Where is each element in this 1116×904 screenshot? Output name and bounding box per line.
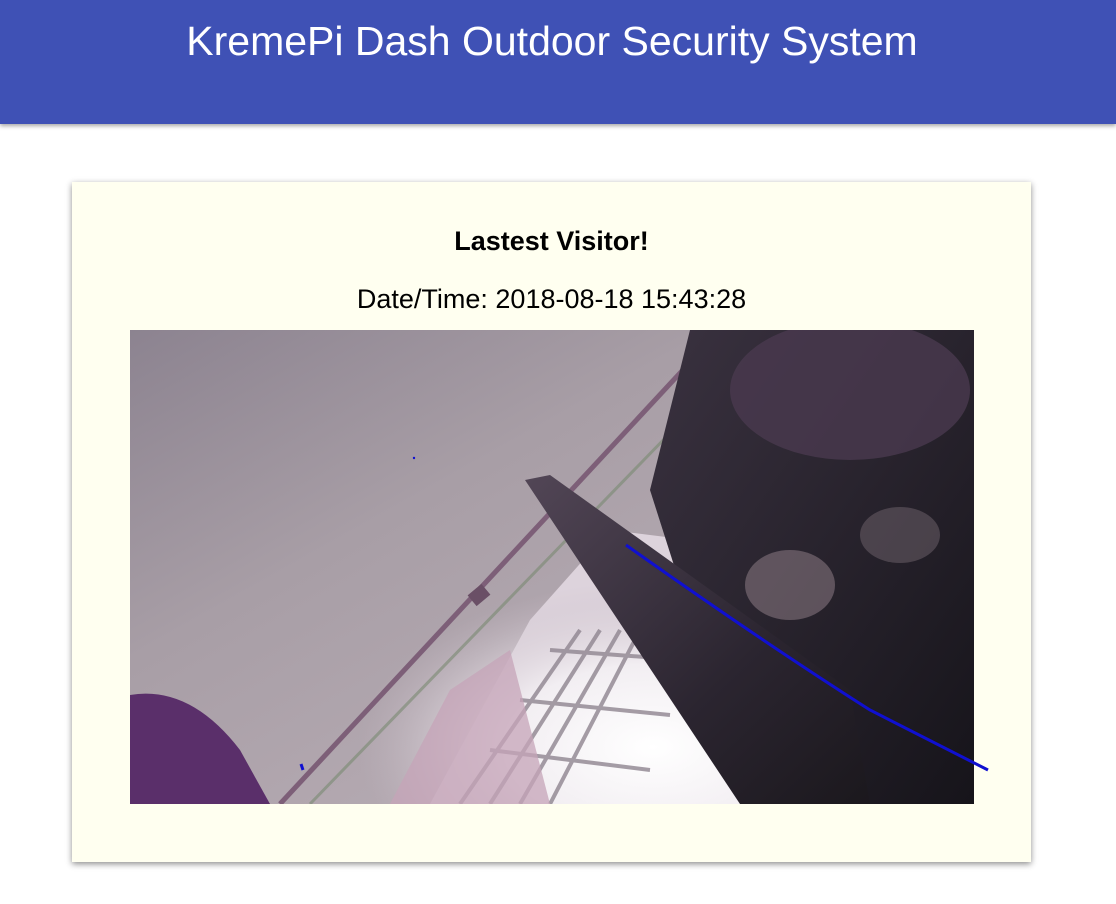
latest-visitor-card: Lastest Visitor! Date/Time: 2018-08-18 1… [72, 182, 1031, 862]
app-header: KremePi Dash Outdoor Security System [0, 0, 1116, 124]
app-title: KremePi Dash Outdoor Security System [186, 18, 918, 64]
visitor-datetime: Date/Time: 2018-08-18 15:43:28 [356, 284, 747, 314]
latest-visitor-heading: Lastest Visitor! [454, 226, 649, 256]
visitor-snapshot-image [130, 330, 974, 804]
